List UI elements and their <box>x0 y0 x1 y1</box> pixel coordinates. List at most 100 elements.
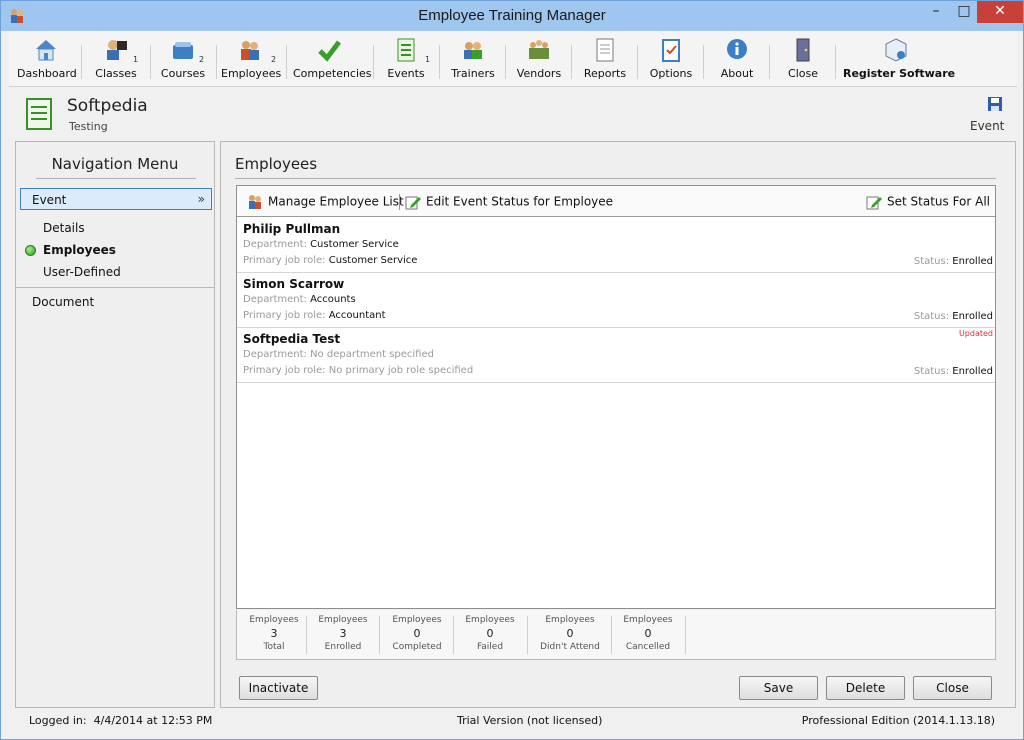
toolbar-label: Reports <box>583 67 627 80</box>
nav-item-user-defined[interactable]: User-Defined <box>43 265 121 279</box>
toolbar-label: Employees <box>221 67 282 80</box>
stat-value: 0 <box>486 627 494 640</box>
house-icon <box>36 40 56 61</box>
window-close-button[interactable]: ✕ <box>977 1 1023 23</box>
events-list-icon <box>397 38 415 62</box>
toolbar-count: 1 <box>133 55 139 64</box>
close-button[interactable]: Close <box>913 676 992 700</box>
edit-pencil-icon <box>405 196 421 210</box>
divider <box>16 287 214 288</box>
stat-label: Total <box>263 642 285 652</box>
toolbar-label: Events <box>387 67 425 80</box>
job-role-value: No primary job role specified <box>328 365 474 376</box>
record-name: Softpedia <box>67 96 148 116</box>
toolbar-register-software-button[interactable]: Register Software <box>843 35 955 85</box>
toolbar-events-button[interactable]: Events 1 <box>381 35 431 85</box>
toolbar-separator <box>571 45 572 79</box>
stat-caption: Employees <box>249 615 299 625</box>
stat-cancelled: Employees 0 Cancelled <box>611 615 685 652</box>
minimize-button[interactable]: – <box>923 1 949 23</box>
record-header: Softpedia Testing Event <box>9 88 1017 140</box>
divider <box>235 178 996 179</box>
updated-flag: Updated <box>958 329 993 338</box>
employee-summary-stats: Employees 3 Total Employees 3 Enrolled E… <box>236 610 996 660</box>
door-exit-icon <box>796 38 810 62</box>
employee-name: Softpedia Test <box>243 332 341 346</box>
license-status: Trial Version (not licensed) <box>457 714 603 727</box>
status-bar: Logged in: 4/4/2014 at 12:53 PM Trial Ve… <box>9 710 1017 732</box>
toolbar-separator <box>505 45 506 79</box>
inactivate-button[interactable]: Inactivate <box>239 676 318 700</box>
toolbar-separator <box>81 45 82 79</box>
divider <box>685 616 686 654</box>
toolbar-competencies-button[interactable]: Competencies <box>293 35 372 85</box>
toolbar-count: 2 <box>271 55 277 64</box>
toolbar-label: Trainers <box>451 67 495 80</box>
toolbar-about-button[interactable]: About <box>711 35 763 85</box>
save-button[interactable]: Save <box>739 676 818 700</box>
toolbar-label: Options <box>649 67 693 80</box>
report-document-icon <box>596 38 614 62</box>
toolbar-separator <box>150 45 151 79</box>
toolbar-label: Courses <box>160 67 206 80</box>
toolbar-classes-button[interactable]: Classes 1 <box>87 35 145 85</box>
toolbar-separator <box>286 45 287 79</box>
department-row: Department: No department specified <box>243 349 434 360</box>
field-label: Department: <box>243 349 307 360</box>
toolbar-dashboard-button[interactable]: Dashboard <box>17 35 77 85</box>
trainers-icon <box>464 42 482 59</box>
department-value: No department specified <box>310 349 434 360</box>
stat-caption: Employees <box>465 615 515 625</box>
field-label: Status: <box>913 366 950 377</box>
job-role-value: Customer Service <box>328 255 418 266</box>
field-label: Primary job role: <box>243 255 326 266</box>
field-label: Primary job role: <box>243 365 326 376</box>
set-status-for-all-button[interactable]: Set Status For All <box>866 194 990 210</box>
stat-caption: Employees <box>318 615 368 625</box>
nav-item-document[interactable]: Document <box>32 295 94 309</box>
toolbar-separator <box>637 45 638 79</box>
stat-label: Enrolled <box>324 642 362 652</box>
toolbar-separator <box>439 45 440 79</box>
nav-item-details[interactable]: Details <box>43 221 85 235</box>
list-item[interactable]: Simon Scarrow Department: Accounts Prima… <box>237 273 995 328</box>
navigation-title: Navigation Menu <box>51 155 179 173</box>
logged-in-label: Logged in: <box>29 714 87 727</box>
department-row: Department: Accounts <box>243 294 356 305</box>
toolbar-separator <box>373 45 374 79</box>
event-document-icon <box>26 98 52 130</box>
navigation-section-dropdown[interactable]: Event » <box>20 188 212 210</box>
manage-employee-list-button[interactable]: Manage Employee List <box>247 194 404 210</box>
toolbar-employees-button[interactable]: Employees 2 <box>221 35 282 85</box>
toolbar-label: Vendors <box>516 67 562 80</box>
list-item[interactable]: Philip Pullman Department: Customer Serv… <box>237 218 995 273</box>
navigation-panel: Navigation Menu Event » Details Employee… <box>15 141 215 708</box>
toolbar-vendors-button[interactable]: Vendors <box>513 35 565 85</box>
department-row: Department: Customer Service <box>243 239 399 250</box>
toolbar-close-button[interactable]: Close <box>777 35 829 85</box>
toolbar-options-button[interactable]: Options <box>645 35 697 85</box>
floppy-save-icon[interactable] <box>987 96 1003 112</box>
toolbar-trainers-button[interactable]: Trainers <box>447 35 499 85</box>
edit-event-status-button[interactable]: Edit Event Status for Employee <box>405 194 613 210</box>
toolbar-count: 1 <box>425 55 431 64</box>
toolbar-reports-button[interactable]: Reports <box>579 35 631 85</box>
list-item[interactable]: Updated Softpedia Test Department: No de… <box>237 328 995 383</box>
field-label: Status: <box>913 256 950 267</box>
delete-button[interactable]: Delete <box>826 676 905 700</box>
maximize-button[interactable]: □ <box>951 1 977 23</box>
toolbar-label: Dashboard <box>17 67 77 80</box>
stat-completed: Employees 0 Completed <box>380 615 454 652</box>
double-chevron-down-icon: » <box>197 192 205 206</box>
job-role-row: Primary job role: No primary job role sp… <box>243 365 473 376</box>
stat-label: Didn't Attend <box>540 642 600 652</box>
books-icon <box>173 42 193 59</box>
record-subtitle: Testing <box>69 120 108 133</box>
people-icon <box>249 195 261 209</box>
status-row: Status: Enrolled <box>914 366 993 377</box>
status-value: Enrolled <box>952 311 993 322</box>
toolbar-courses-button[interactable]: Courses 2 <box>155 35 211 85</box>
app-window: Employee Training Manager – □ ✕ Dashboar… <box>0 0 1024 740</box>
toolbar-separator <box>835 45 836 79</box>
nav-item-employees[interactable]: Employees <box>43 243 116 257</box>
